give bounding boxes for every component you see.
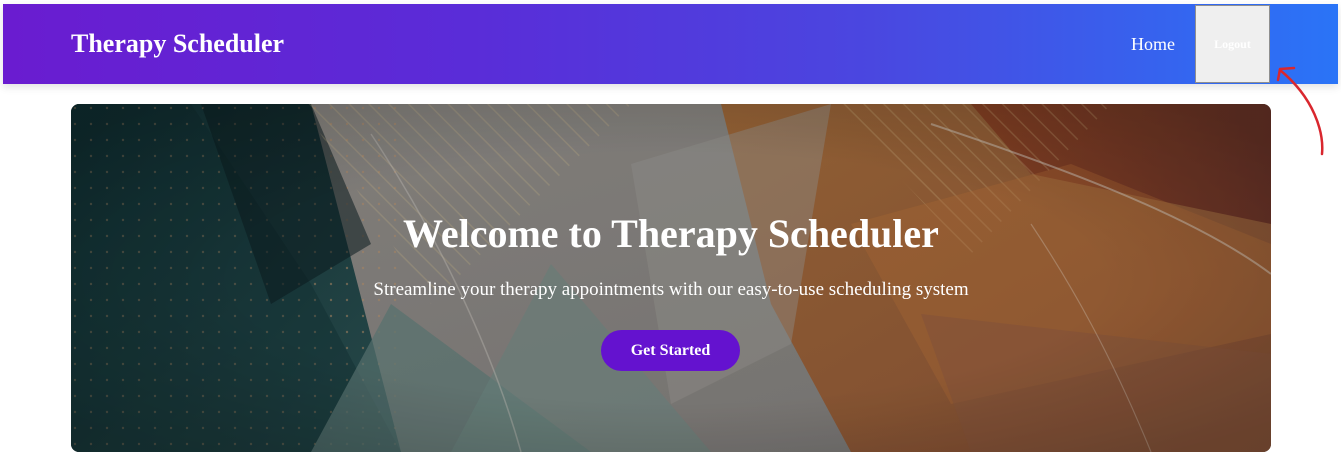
hero-background-image xyxy=(71,104,1271,452)
nav-home-link[interactable]: Home xyxy=(1131,35,1175,53)
brand-title[interactable]: Therapy Scheduler xyxy=(71,31,284,57)
get-started-button[interactable]: Get Started xyxy=(601,330,740,371)
logout-button[interactable]: Logout xyxy=(1195,5,1270,83)
hero-title: Welcome to Therapy Scheduler xyxy=(403,211,939,256)
hero-banner: Welcome to Therapy Scheduler Streamline … xyxy=(71,104,1271,452)
annotation-arrow-icon xyxy=(1276,66,1324,156)
top-navbar: Therapy Scheduler Home Logout xyxy=(3,4,1338,84)
hero-subtitle: Streamline your therapy appointments wit… xyxy=(373,279,969,300)
